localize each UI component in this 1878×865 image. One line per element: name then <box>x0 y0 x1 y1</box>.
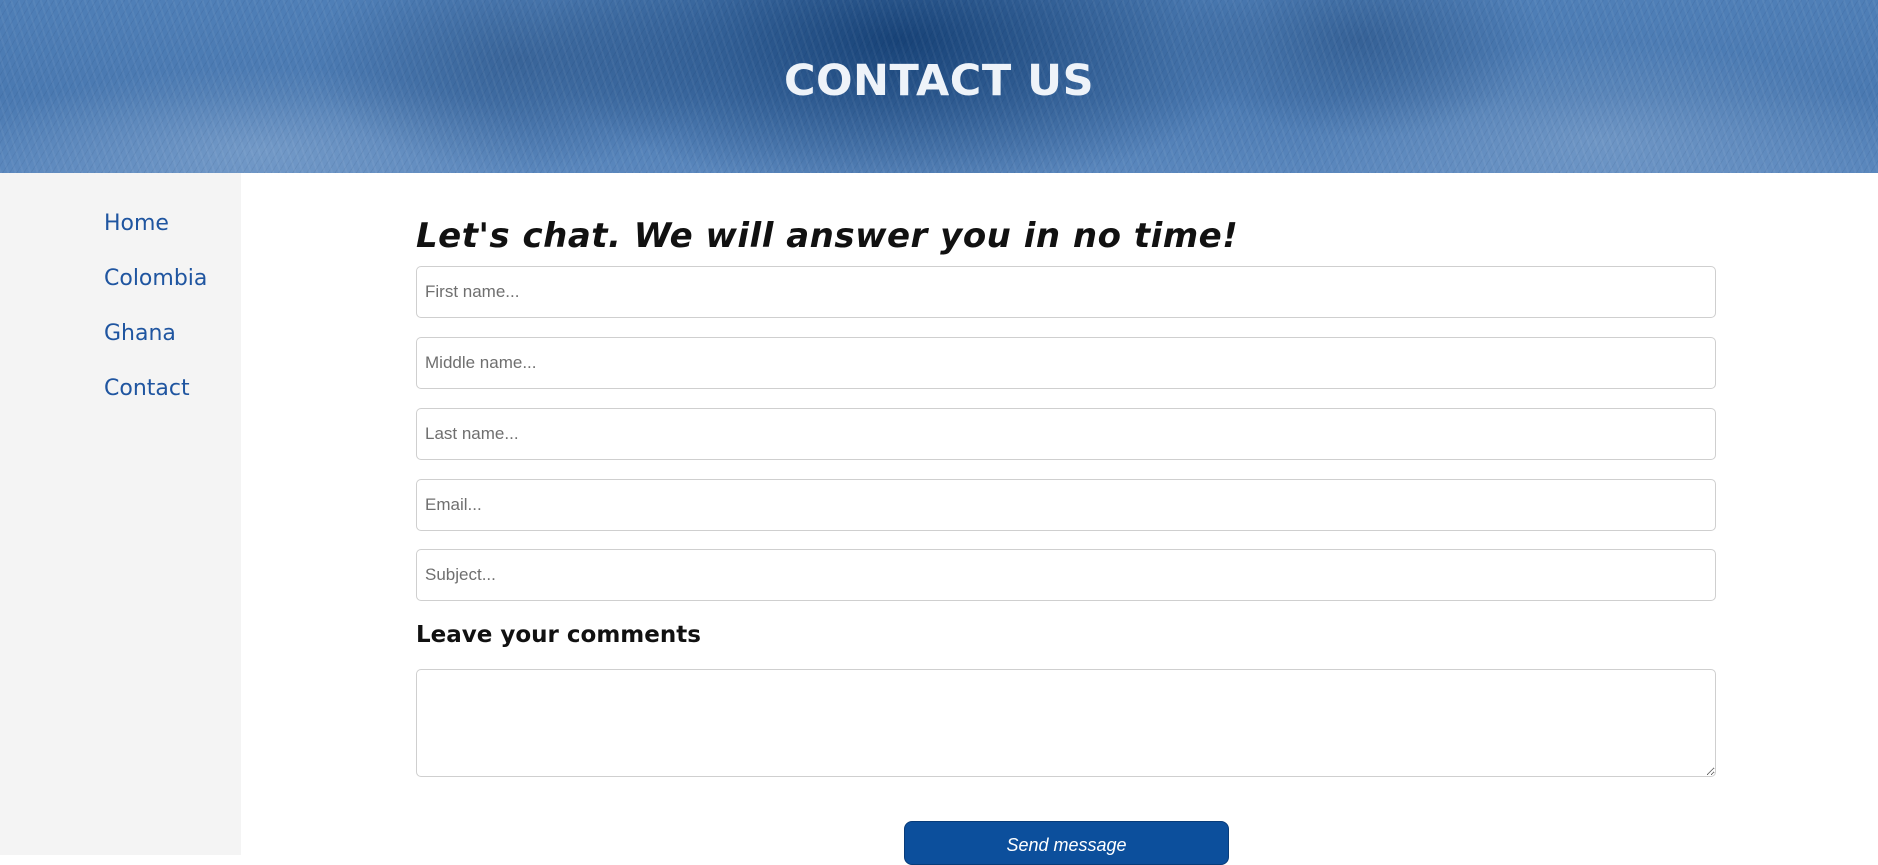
sidebar-item-colombia[interactable]: Colombia <box>104 266 207 291</box>
sidebar-item-home[interactable]: Home <box>104 211 169 236</box>
hero-banner: CONTACT US <box>0 0 1878 173</box>
sidebar-item-contact[interactable]: Contact <box>104 376 190 401</box>
last-name-field[interactable] <box>416 408 1716 460</box>
send-message-button[interactable]: Send message <box>904 821 1229 865</box>
subject-field[interactable] <box>416 549 1716 601</box>
sidebar-item-ghana[interactable]: Ghana <box>104 321 176 346</box>
form-heading: Let's chat. We will answer you in no tim… <box>416 216 1239 256</box>
comments-textarea[interactable] <box>416 669 1716 777</box>
sidebar: Home Colombia Ghana Contact <box>0 173 241 855</box>
email-field[interactable] <box>416 479 1716 531</box>
first-name-field[interactable] <box>416 266 1716 318</box>
middle-name-field[interactable] <box>416 337 1716 389</box>
page-title: CONTACT US <box>783 56 1095 106</box>
comments-label: Leave your comments <box>416 622 701 648</box>
